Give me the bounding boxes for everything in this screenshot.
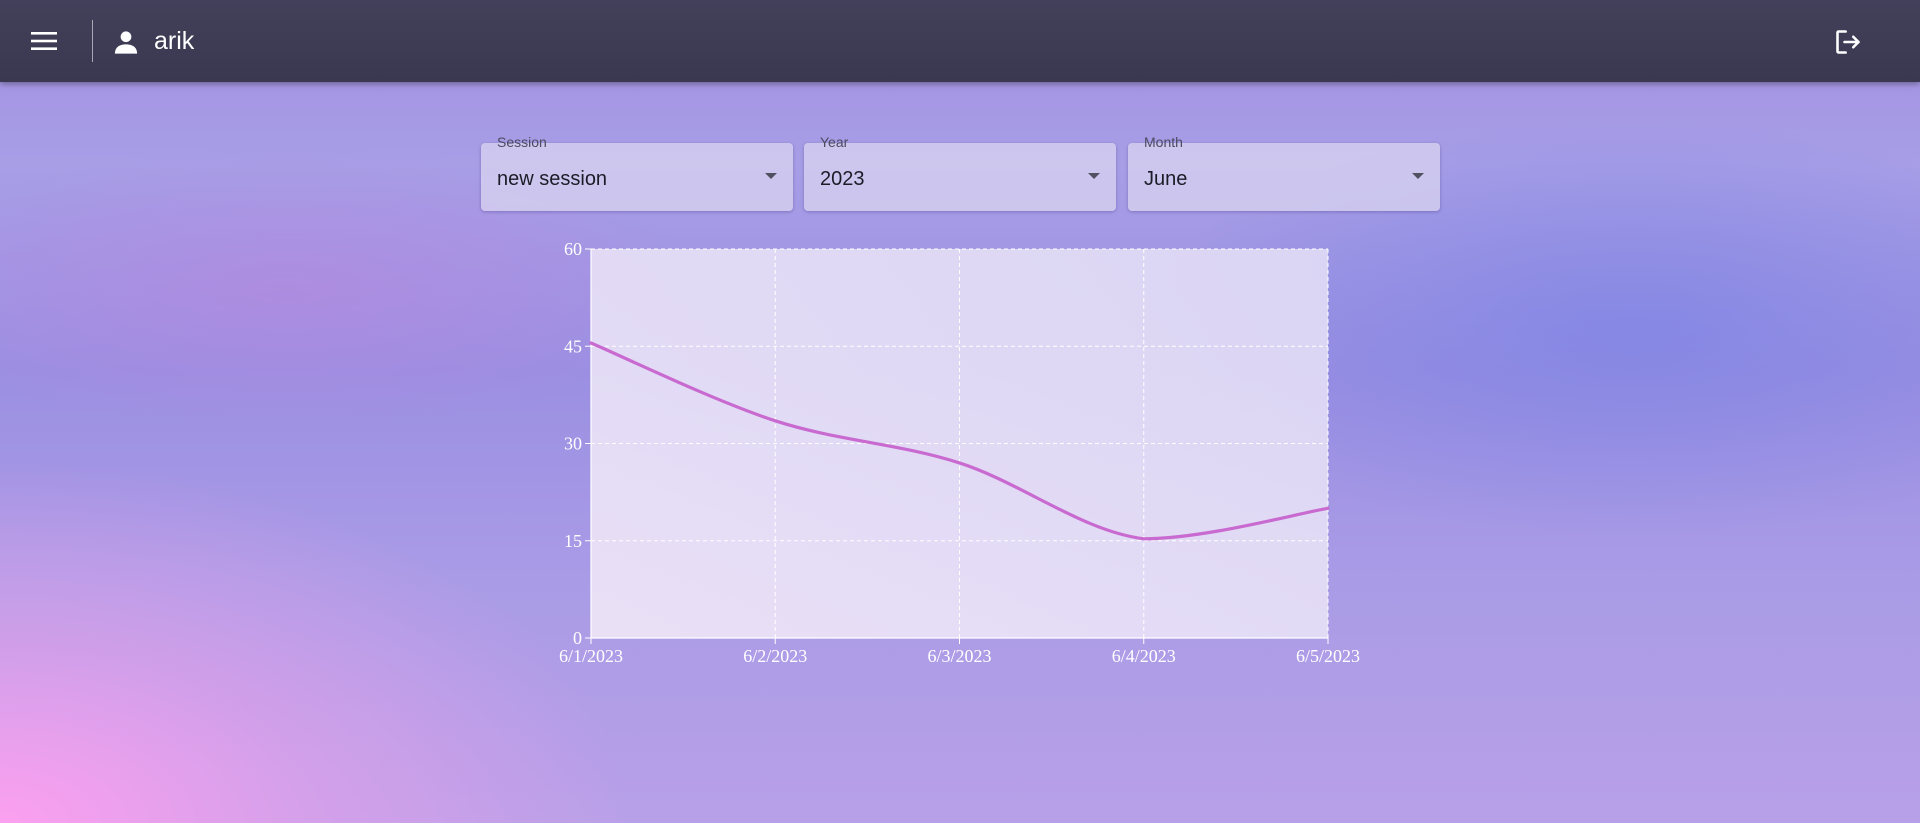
hamburger-menu-icon	[31, 32, 57, 50]
year-select[interactable]: Year 2023	[804, 134, 1116, 211]
menu-button[interactable]	[24, 21, 64, 61]
session-select-value: new session	[497, 168, 608, 190]
chevron-down-icon	[765, 173, 777, 179]
month-select-value: June	[1144, 168, 1188, 190]
y-tick-label: 30	[564, 434, 582, 454]
logout-icon	[1836, 30, 1860, 54]
x-tick-label: 6/2/2023	[743, 646, 807, 666]
month-select-label: Month	[1144, 134, 1183, 150]
y-tick-label: 60	[564, 239, 582, 259]
y-tick-label: 0	[573, 628, 582, 648]
year-select-label: Year	[820, 134, 849, 150]
username-label: arik	[154, 27, 195, 55]
month-select[interactable]: Month June	[1128, 134, 1440, 211]
session-select[interactable]: Session new session	[481, 134, 793, 211]
x-tick-label: 6/1/2023	[559, 646, 623, 666]
header-divider	[92, 20, 93, 62]
chevron-down-icon	[1088, 173, 1100, 179]
y-tick-label: 45	[564, 336, 582, 356]
y-tick-label: 15	[564, 531, 582, 551]
logout-button[interactable]	[1830, 24, 1866, 60]
top-app-bar: arik	[0, 0, 1920, 82]
session-select-label: Session	[497, 134, 547, 150]
chevron-down-icon	[1412, 173, 1424, 179]
line-chart: 0 15 30 45 60 6/1/2023 6/2/2023 6/3/2023 6/4/202…	[559, 239, 1360, 666]
person-icon	[114, 31, 138, 54]
x-tick-label: 6/3/2023	[927, 646, 991, 666]
x-tick-label: 6/4/2023	[1112, 646, 1176, 666]
x-tick-label: 6/5/2023	[1296, 646, 1360, 666]
year-select-value: 2023	[820, 168, 865, 190]
